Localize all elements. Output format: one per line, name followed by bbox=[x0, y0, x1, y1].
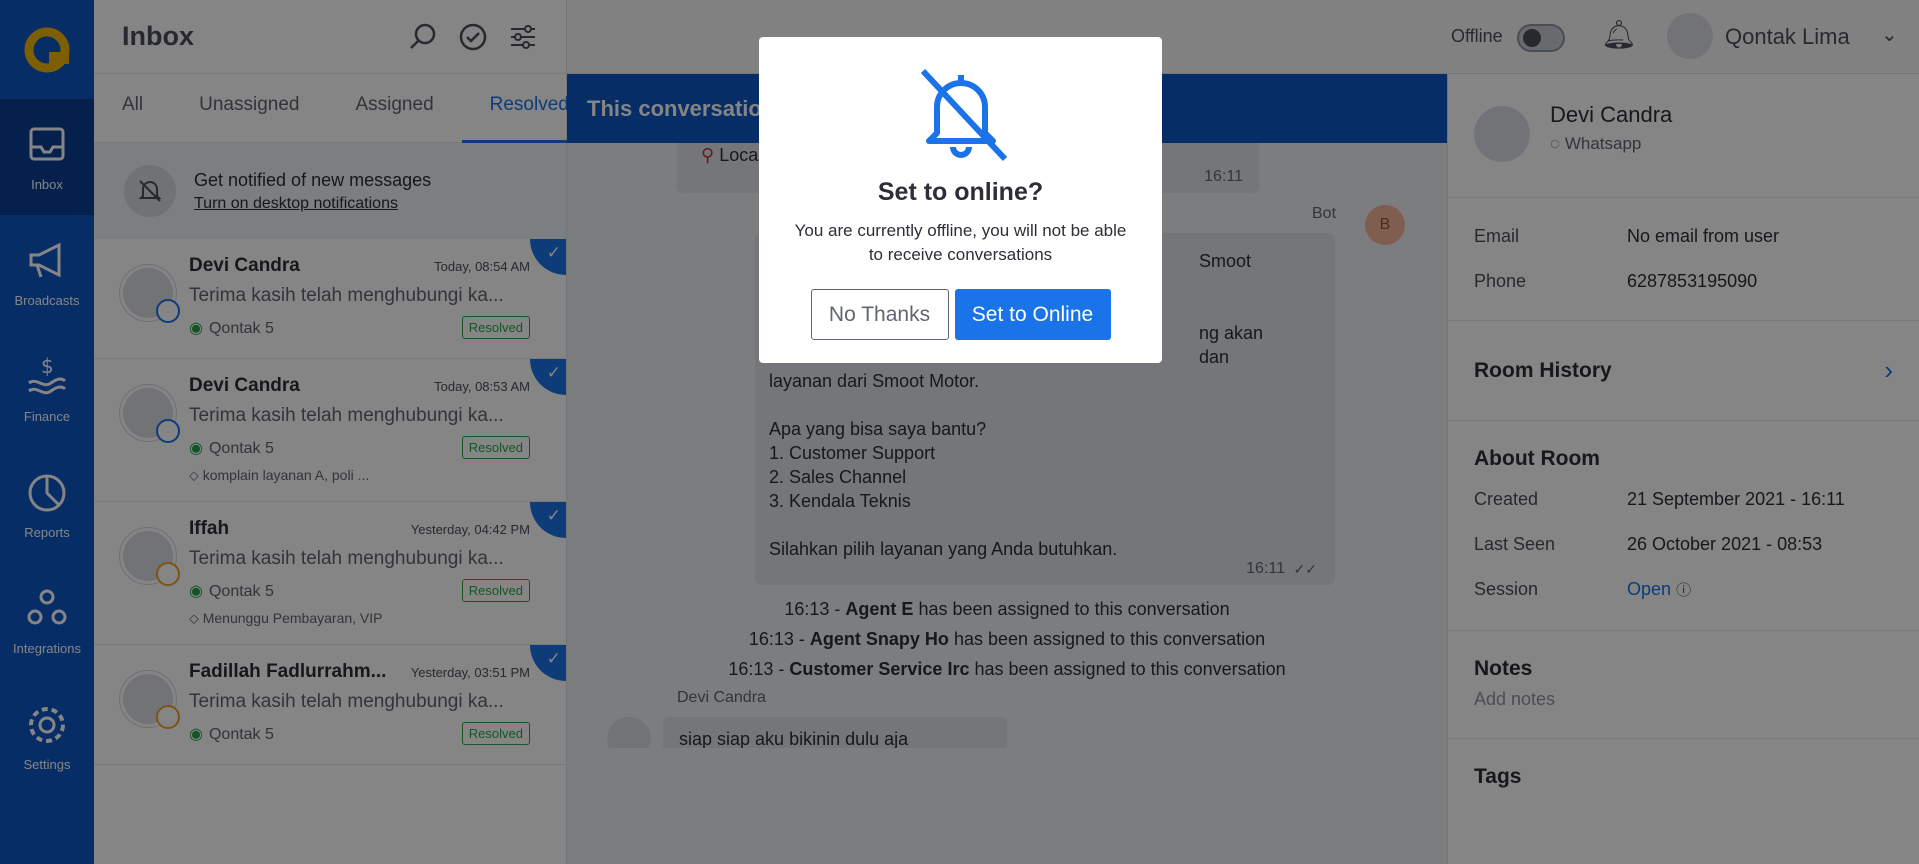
set-online-dialog: Set to online? You are currently offline… bbox=[759, 37, 1162, 363]
dialog-title: Set to online? bbox=[877, 178, 1044, 206]
bell-off-icon bbox=[920, 68, 1007, 162]
set-online-button[interactable]: Set to Online bbox=[954, 289, 1111, 340]
dialog-description: You are currently offline, you will not … bbox=[794, 221, 1127, 264]
no-thanks-button[interactable]: No Thanks bbox=[810, 289, 949, 340]
